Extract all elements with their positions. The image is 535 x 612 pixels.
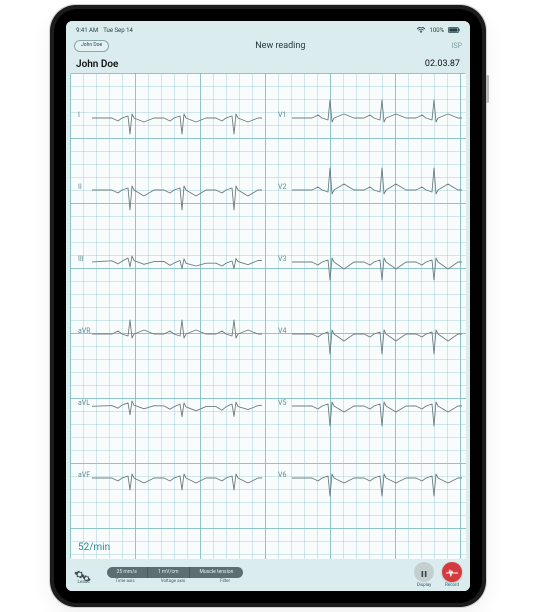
ecg-trace [92, 83, 262, 153]
lead-label: I [78, 111, 80, 119]
lead-label: aVR [78, 327, 91, 335]
hardware-side-button [486, 75, 489, 103]
app-screen: 9:41 AM Tue Sep 14 100% [66, 21, 470, 591]
lead-v2: V2 [274, 155, 466, 225]
bottom-toolbar: Leads 25 mm/s 1 mV/cm Muscle tension Tim… [66, 559, 470, 591]
lead-v5: V5 [274, 371, 466, 441]
lead-label: V4 [278, 327, 286, 335]
record-button[interactable]: Record [442, 562, 462, 588]
time-axis-label: Time axis [99, 579, 151, 584]
heartbeat-icon [446, 563, 458, 582]
lead-label: V5 [278, 399, 286, 407]
lead-label: aVF [78, 471, 90, 479]
leads-settings-button[interactable]: Leads [74, 565, 93, 585]
lead-label: II [78, 183, 82, 191]
ecg-trace [292, 371, 462, 441]
patient-name: John Doe [76, 59, 118, 70]
voltage-axis-button[interactable]: 1 mV/cm [147, 567, 189, 578]
ecg-trace [92, 155, 262, 225]
lead-label: V2 [278, 183, 286, 191]
gear-icon [82, 568, 93, 579]
lead-avl: aVL [74, 371, 266, 441]
lead-i: I [74, 83, 266, 153]
pause-icon [420, 563, 428, 582]
patient-header: John Doe 02.03.87 [66, 55, 470, 73]
lead-ii: II [74, 155, 266, 225]
ecg-trace [92, 371, 262, 441]
status-bar: 9:41 AM Tue Sep 14 100% [66, 21, 470, 37]
leads-settings-label: Leads [77, 580, 89, 585]
navigation-bar: John Doe New reading ISP [66, 37, 470, 55]
filter-label: Filter [195, 579, 255, 584]
lead-avf: aVF [74, 443, 266, 513]
voltage-axis-label: Voltage axis [151, 579, 195, 584]
display-pause-button[interactable]: Display [414, 562, 434, 588]
lead-avr: aVR [74, 299, 266, 369]
lead-label: V6 [278, 471, 286, 479]
record-label: Record [445, 583, 459, 588]
back-button[interactable]: John Doe [74, 40, 109, 52]
status-battery: 100% [429, 27, 444, 34]
ecg-trace [292, 227, 462, 297]
ecg-trace [292, 443, 462, 513]
lead-label: aVL [78, 399, 90, 407]
settings-segments: 25 mm/s 1 mV/cm Muscle tension [107, 567, 248, 578]
battery-icon [448, 27, 460, 33]
ecg-trace [92, 299, 262, 369]
lead-label: III [78, 255, 84, 263]
lead-v1: V1 [274, 83, 466, 153]
tablet-frame: 9:41 AM Tue Sep 14 100% [50, 5, 486, 607]
lead-v4: V4 [274, 299, 466, 369]
lead-label: V3 [278, 255, 286, 263]
status-date: Tue Sep 14 [103, 27, 133, 34]
page-title: New reading [255, 41, 305, 51]
wifi-icon [417, 27, 425, 33]
lead-label: V1 [278, 111, 286, 119]
ecg-trace [292, 155, 462, 225]
ecg-trace [92, 443, 262, 513]
tablet-bezel: 9:41 AM Tue Sep 14 100% [54, 9, 482, 603]
ecg-trace [292, 299, 462, 369]
lead-v3: V3 [274, 227, 466, 297]
status-time: 9:41 AM [76, 27, 98, 34]
display-label: Display [417, 583, 432, 588]
lead-iii: III [74, 227, 266, 297]
ecg-trace [92, 227, 262, 297]
filter-button[interactable]: Muscle tension [189, 567, 244, 578]
isp-label: ISP [452, 42, 462, 50]
ecg-trace [292, 83, 462, 153]
ecg-canvas[interactable]: IIIIIIaVRaVLaVFV1V2V3V4V5V6 52/min [70, 73, 466, 559]
lead-v6: V6 [274, 443, 466, 513]
patient-dob: 02.03.87 [425, 59, 460, 69]
heart-rate: 52/min [78, 542, 110, 553]
time-axis-button[interactable]: 25 mm/s [107, 567, 147, 578]
